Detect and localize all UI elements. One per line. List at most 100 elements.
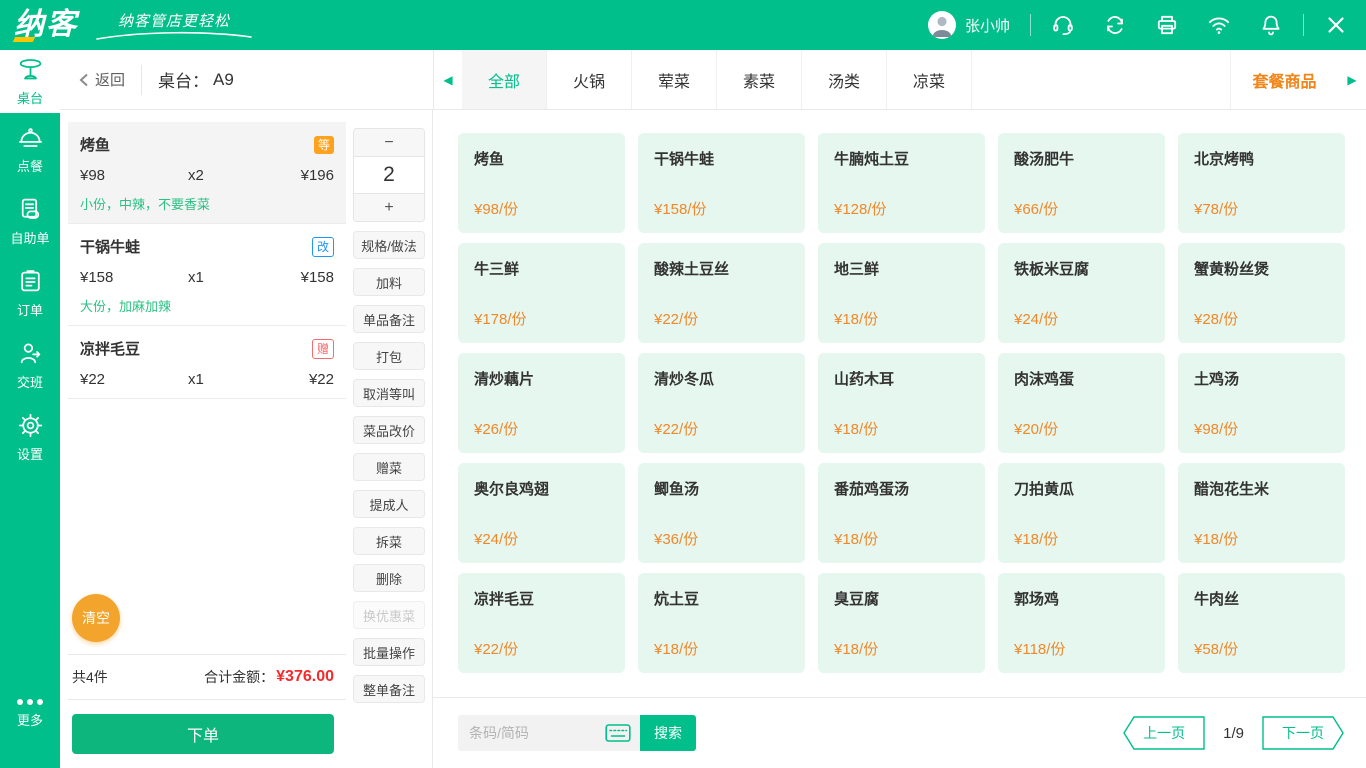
menu-item-card[interactable]: 奥尔良鸡翅 ¥24/份 (458, 463, 625, 563)
menu-item-card[interactable]: 炕土豆 ¥18/份 (638, 573, 805, 673)
action-button[interactable]: 菜品改价 (353, 416, 425, 444)
sidebar-item-label: 订单 (17, 300, 43, 319)
action-button[interactable]: 批量操作 (353, 638, 425, 666)
action-button[interactable]: 提成人 (353, 490, 425, 518)
menu-item-price: ¥28/份 (1194, 308, 1329, 329)
category-tab[interactable]: 汤类 (802, 50, 887, 109)
action-button[interactable]: 规格/做法 (353, 231, 425, 259)
sidebar-item-self-service[interactable]: 自助单 (0, 185, 60, 257)
menu-item-card[interactable]: 肉沫鸡蛋 ¥20/份 (998, 353, 1165, 453)
sidebar-item-more[interactable]: 更多 (0, 678, 60, 750)
menu-item-price: ¥78/份 (1194, 198, 1329, 219)
brand-slogan-text: 纳客管店更轻松 (118, 10, 230, 31)
menu-item-price: ¥18/份 (1014, 528, 1149, 549)
prev-page-button[interactable]: 上一页 (1123, 716, 1205, 750)
action-button[interactable]: 换优惠菜 (353, 601, 425, 629)
menu-item-card[interactable]: 铁板米豆腐 ¥24/份 (998, 243, 1165, 343)
menu-item-card[interactable]: 臭豆腐 ¥18/份 (818, 573, 985, 673)
menu-item-card[interactable]: 牛腩炖土豆 ¥128/份 (818, 133, 985, 233)
menu-item-card[interactable]: 牛三鲜 ¥178/份 (458, 243, 625, 343)
close-app-button[interactable] (1324, 13, 1348, 37)
menu-item-price: ¥118/份 (1014, 638, 1149, 659)
notification-bell-icon[interactable] (1259, 13, 1283, 37)
menu-item-card[interactable]: 北京烤鸭 ¥78/份 (1178, 133, 1345, 233)
category-tab[interactable]: 火锅 (547, 50, 632, 109)
quantity-minus-button[interactable]: − (354, 129, 424, 156)
action-button[interactable]: 拆菜 (353, 527, 425, 555)
barcode-search-input[interactable] (469, 725, 605, 741)
order-item-note: 大份，加麻加辣 (80, 296, 334, 315)
menu-item-card[interactable]: 醋泡花生米 ¥18/份 (1178, 463, 1345, 563)
action-button[interactable]: 打包 (353, 342, 425, 370)
order-item[interactable]: 凉拌毛豆 赠 ¥22 x1 ¥22 (68, 326, 346, 399)
menu-area: 烤鱼 ¥98/份 干锅牛蛙 ¥158/份 牛腩炖土豆 ¥128/份 酸汤肥牛 ¥… (433, 110, 1366, 768)
tabs-scroll-right-icon[interactable]: ▶ (1338, 50, 1366, 109)
menu-item-card[interactable]: 酸汤肥牛 ¥66/份 (998, 133, 1165, 233)
order-item-unit-price: ¥22 (80, 371, 188, 388)
tabs-scroll-left-icon[interactable]: ◀ (434, 50, 462, 109)
tab-package-goods[interactable]: 套餐商品 (1230, 50, 1338, 109)
menu-item-name: 地三鲜 (834, 258, 969, 279)
menu-item-card[interactable]: 酸辣土豆丝 ¥22/份 (638, 243, 805, 343)
menu-item-card[interactable]: 清炒藕片 ¥26/份 (458, 353, 625, 453)
app-body: 桌台 点餐 自助单 订单 交班 设置 (0, 50, 1366, 768)
menu-item-card[interactable]: 山药木耳 ¥18/份 (818, 353, 985, 453)
barcode-search-box (458, 715, 640, 751)
headset-support-icon[interactable] (1051, 13, 1075, 37)
order-item-total: ¥22 (262, 371, 334, 388)
menu-item-price: ¥22/份 (654, 418, 789, 439)
menu-item-price: ¥98/份 (1194, 418, 1329, 439)
menu-item-card[interactable]: 牛肉丝 ¥58/份 (1178, 573, 1345, 673)
sidebar-item-label: 更多 (17, 710, 43, 729)
action-button[interactable]: 取消等叫 (353, 379, 425, 407)
menu-item-card[interactable]: 郭场鸡 ¥118/份 (998, 573, 1165, 673)
menu-item-card[interactable]: 烤鱼 ¥98/份 (458, 133, 625, 233)
order-panel: 烤鱼 等 ¥98 x2 ¥196 小份，中辣，不要香菜 干锅牛蛙 改 ¥158 … (60, 110, 346, 768)
menu-item-card[interactable]: 干锅牛蛙 ¥158/份 (638, 133, 805, 233)
printer-icon[interactable] (1155, 13, 1179, 37)
menu-item-card[interactable]: 清炒冬瓜 ¥22/份 (638, 353, 805, 453)
pos-app: 纳客 纳客管店更轻松 张小帅 (0, 0, 1366, 768)
menu-item-card[interactable]: 凉拌毛豆 ¥22/份 (458, 573, 625, 673)
cloud-sync-icon[interactable] (1103, 13, 1127, 37)
sidebar-item-tables[interactable]: 桌台 (0, 50, 60, 113)
table-icon (17, 56, 44, 83)
wifi-icon[interactable] (1207, 13, 1231, 37)
menu-item-price: ¥58/份 (1194, 638, 1329, 659)
order-item-unit-price: ¥158 (80, 269, 188, 286)
menu-item-card[interactable]: 番茄鸡蛋汤 ¥18/份 (818, 463, 985, 563)
next-page-button[interactable]: 下一页 (1262, 716, 1344, 750)
sidebar-item-settings[interactable]: 设置 (0, 401, 60, 473)
content: 烤鱼 等 ¥98 x2 ¥196 小份，中辣，不要香菜 干锅牛蛙 改 ¥158 … (60, 110, 1366, 768)
menu-item-card[interactable]: 刀拍黄瓜 ¥18/份 (998, 463, 1165, 563)
clear-order-button[interactable]: 清空 (72, 594, 120, 642)
item-actions-column: − 2 + 规格/做法 加料 单品备注 打包 取消等叫 菜品改价 赠菜 提成人 … (346, 110, 433, 768)
action-button[interactable]: 整单备注 (353, 675, 425, 703)
action-button[interactable]: 赠菜 (353, 453, 425, 481)
back-button[interactable]: 返回 (60, 50, 141, 109)
action-button[interactable]: 单品备注 (353, 305, 425, 333)
menu-item-card[interactable]: 地三鲜 ¥18/份 (818, 243, 985, 343)
user-account[interactable]: 张小帅 (928, 11, 1010, 39)
sidebar-item-orders[interactable]: 订单 (0, 257, 60, 329)
sidebar-item-label: 点餐 (17, 156, 43, 175)
category-tab[interactable]: 凉菜 (887, 50, 972, 109)
action-button[interactable]: 删除 (353, 564, 425, 592)
menu-item-card[interactable]: 土鸡汤 ¥98/份 (1178, 353, 1345, 453)
category-tab[interactable]: 素菜 (717, 50, 802, 109)
menu-item-card[interactable]: 鲫鱼汤 ¥36/份 (638, 463, 805, 563)
order-item[interactable]: 干锅牛蛙 改 ¥158 x1 ¥158 大份，加麻加辣 (68, 224, 346, 326)
search-button[interactable]: 搜索 (640, 715, 696, 751)
keyboard-icon[interactable] (605, 723, 631, 743)
order-item[interactable]: 烤鱼 等 ¥98 x2 ¥196 小份，中辣，不要香菜 (68, 122, 346, 224)
menu-item-card[interactable]: 蟹黄粉丝煲 ¥28/份 (1178, 243, 1345, 343)
category-tab[interactable]: 全部 (462, 50, 547, 109)
action-button[interactable]: 加料 (353, 268, 425, 296)
sidebar-item-order-food[interactable]: 点餐 (0, 113, 60, 185)
submit-order-button[interactable]: 下单 (72, 714, 334, 754)
quantity-plus-button[interactable]: + (354, 194, 424, 221)
category-tab[interactable]: 荤菜 (632, 50, 717, 109)
menu-item-name: 酸汤肥牛 (1014, 148, 1149, 169)
menu-item-name: 炕土豆 (654, 588, 789, 609)
sidebar-item-shift-change[interactable]: 交班 (0, 329, 60, 401)
